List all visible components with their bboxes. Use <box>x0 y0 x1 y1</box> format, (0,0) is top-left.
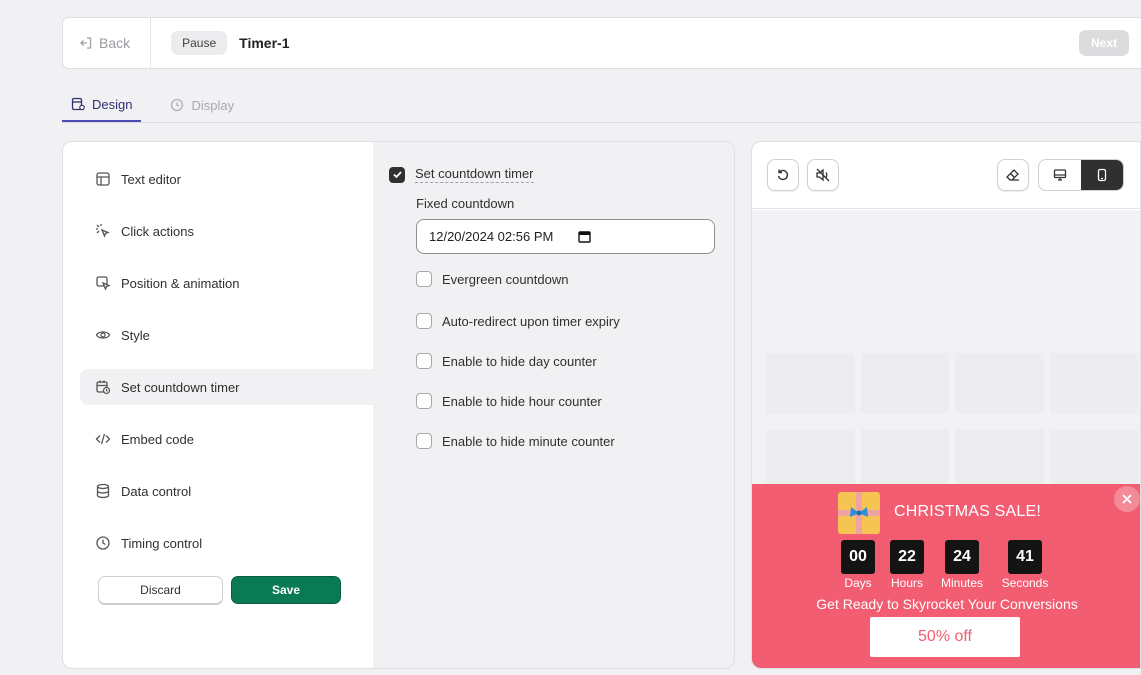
display-icon <box>171 98 184 112</box>
calendar-icon[interactable] <box>578 230 592 243</box>
mute-button[interactable] <box>807 159 839 191</box>
sidebar-menu: Text editor Click actions Position & ani… <box>63 142 373 668</box>
set-countdown-timer-row: Set countdown timer <box>389 166 534 183</box>
popup-title: CHRISTMAS SALE! <box>894 503 1042 520</box>
clock-icon <box>96 536 110 550</box>
popup-tagline: Get Ready to Skyrocket Your Conversions <box>816 596 1078 612</box>
top-bar: Back Pause Timer-1 Next <box>62 17 1141 69</box>
cursor-click-icon <box>96 224 110 238</box>
sidebar-item-label: Text editor <box>121 171 181 187</box>
cursor-move-icon <box>96 276 111 291</box>
tab-design[interactable]: Design <box>62 88 142 122</box>
days-counter: 00 <box>841 540 875 574</box>
option-label: Evergreen countdown <box>442 271 569 287</box>
hide-minute-counter-checkbox[interactable] <box>416 433 432 449</box>
fixed-countdown-datetime-input[interactable]: 12/20/2024 02:56 PM <box>416 219 715 254</box>
tab-display[interactable]: Display <box>161 88 243 122</box>
sidebar-item-label: Style <box>121 327 150 343</box>
reset-button[interactable] <box>767 159 799 191</box>
option-row: Enable to hide hour counter <box>416 393 602 409</box>
desktop-icon <box>1053 169 1067 181</box>
calendar-clock-icon <box>96 380 111 395</box>
set-countdown-timer-label: Set countdown timer <box>415 166 534 183</box>
back-button[interactable]: Back <box>63 18 152 68</box>
sidebar-item-text-editor[interactable]: Text editor <box>80 161 373 197</box>
eraser-icon <box>1006 169 1019 181</box>
tab-display-label: Display <box>191 97 235 113</box>
option-row: Enable to hide day counter <box>416 353 597 369</box>
database-icon <box>96 483 110 499</box>
sidebar-item-embed-code[interactable]: Embed code <box>80 421 373 457</box>
pause-button[interactable]: Pause <box>171 31 228 55</box>
hide-hour-counter-checkbox[interactable] <box>416 393 432 409</box>
gift-icon <box>838 492 880 534</box>
desktop-view-button[interactable] <box>1039 160 1081 190</box>
option-label: Auto-redirect upon timer expiry <box>442 313 620 329</box>
back-icon <box>80 37 92 49</box>
close-icon <box>1122 494 1132 504</box>
background-placeholder <box>766 353 1138 413</box>
seconds-counter: 41 <box>1008 540 1042 574</box>
discard-button[interactable]: Discard <box>98 576 223 604</box>
minutes-counter: 24 <box>945 540 979 574</box>
checkmark-icon <box>392 171 402 179</box>
layout-icon <box>96 172 110 186</box>
sidebar-item-style[interactable]: Style <box>80 317 373 353</box>
sidebar-item-click-actions[interactable]: Click actions <box>80 213 373 249</box>
option-row: Enable to hide minute counter <box>416 433 615 449</box>
sidebar-item-label: Embed code <box>121 431 194 447</box>
page-title: Timer-1 <box>239 35 290 51</box>
eraser-button[interactable] <box>997 159 1029 191</box>
option-row: Evergreen countdown <box>416 271 568 287</box>
option-row: Auto-redirect upon timer expiry <box>416 313 620 329</box>
option-label: Enable to hide hour counter <box>442 393 602 409</box>
close-button[interactable] <box>1114 486 1140 512</box>
set-countdown-timer-checkbox[interactable] <box>389 166 405 183</box>
sidebar-item-timing-control[interactable]: Timing control <box>80 525 373 561</box>
sound-off-icon <box>816 168 830 182</box>
hours-counter: 22 <box>890 540 924 574</box>
code-icon <box>95 433 111 445</box>
hide-day-counter-checkbox[interactable] <box>416 353 432 369</box>
view-toggle <box>1038 159 1124 191</box>
sidebar-item-label: Timing control <box>121 535 203 551</box>
next-button[interactable]: Next <box>1078 30 1129 56</box>
seconds-label: Seconds <box>1001 576 1049 590</box>
sidebar-item-set-countdown-timer[interactable]: Set countdown timer <box>80 369 373 405</box>
option-label: Enable to hide minute counter <box>442 433 615 449</box>
undo-icon <box>777 169 789 181</box>
mobile-view-button[interactable] <box>1081 160 1123 190</box>
fixed-countdown-label: Fixed countdown <box>416 196 515 211</box>
datetime-value: 12/20/2024 02:56 PM <box>429 229 554 244</box>
sidebar-item-data-control[interactable]: Data control <box>80 473 373 509</box>
design-icon <box>71 97 85 111</box>
auto-redirect-checkbox[interactable] <box>416 313 432 329</box>
settings-card: Text editor Click actions Position & ani… <box>62 141 735 669</box>
eye-icon <box>95 331 111 339</box>
cta-button[interactable]: 50% off <box>870 617 1020 657</box>
sidebar-item-position-animation[interactable]: Position & animation <box>80 265 373 301</box>
save-button[interactable]: Save <box>231 576 341 604</box>
back-label: Back <box>99 35 131 51</box>
tab-design-label: Design <box>92 96 133 112</box>
sidebar-item-label: Click actions <box>121 223 194 239</box>
preview-card: CHRISTMAS SALE! 00 22 24 41 Days Hours M… <box>751 141 1141 669</box>
option-label: Enable to hide day counter <box>442 353 597 369</box>
countdown-settings-panel: Set countdown timer Fixed countdown 12/2… <box>373 142 734 668</box>
tab-bar: Design Display <box>62 88 1141 123</box>
hours-label: Hours <box>890 576 923 590</box>
mobile-icon <box>1097 168 1107 182</box>
background-placeholder <box>766 429 1138 489</box>
preview-toolbar <box>752 142 1140 209</box>
minutes-label: Minutes <box>940 576 984 590</box>
evergreen-countdown-checkbox[interactable] <box>416 271 432 287</box>
sidebar-item-label: Data control <box>121 483 192 499</box>
sidebar-item-label: Position & animation <box>121 275 240 291</box>
sidebar-item-label: Set countdown timer <box>121 379 240 395</box>
countdown-popup: CHRISTMAS SALE! 00 22 24 41 Days Hours M… <box>752 484 1140 668</box>
